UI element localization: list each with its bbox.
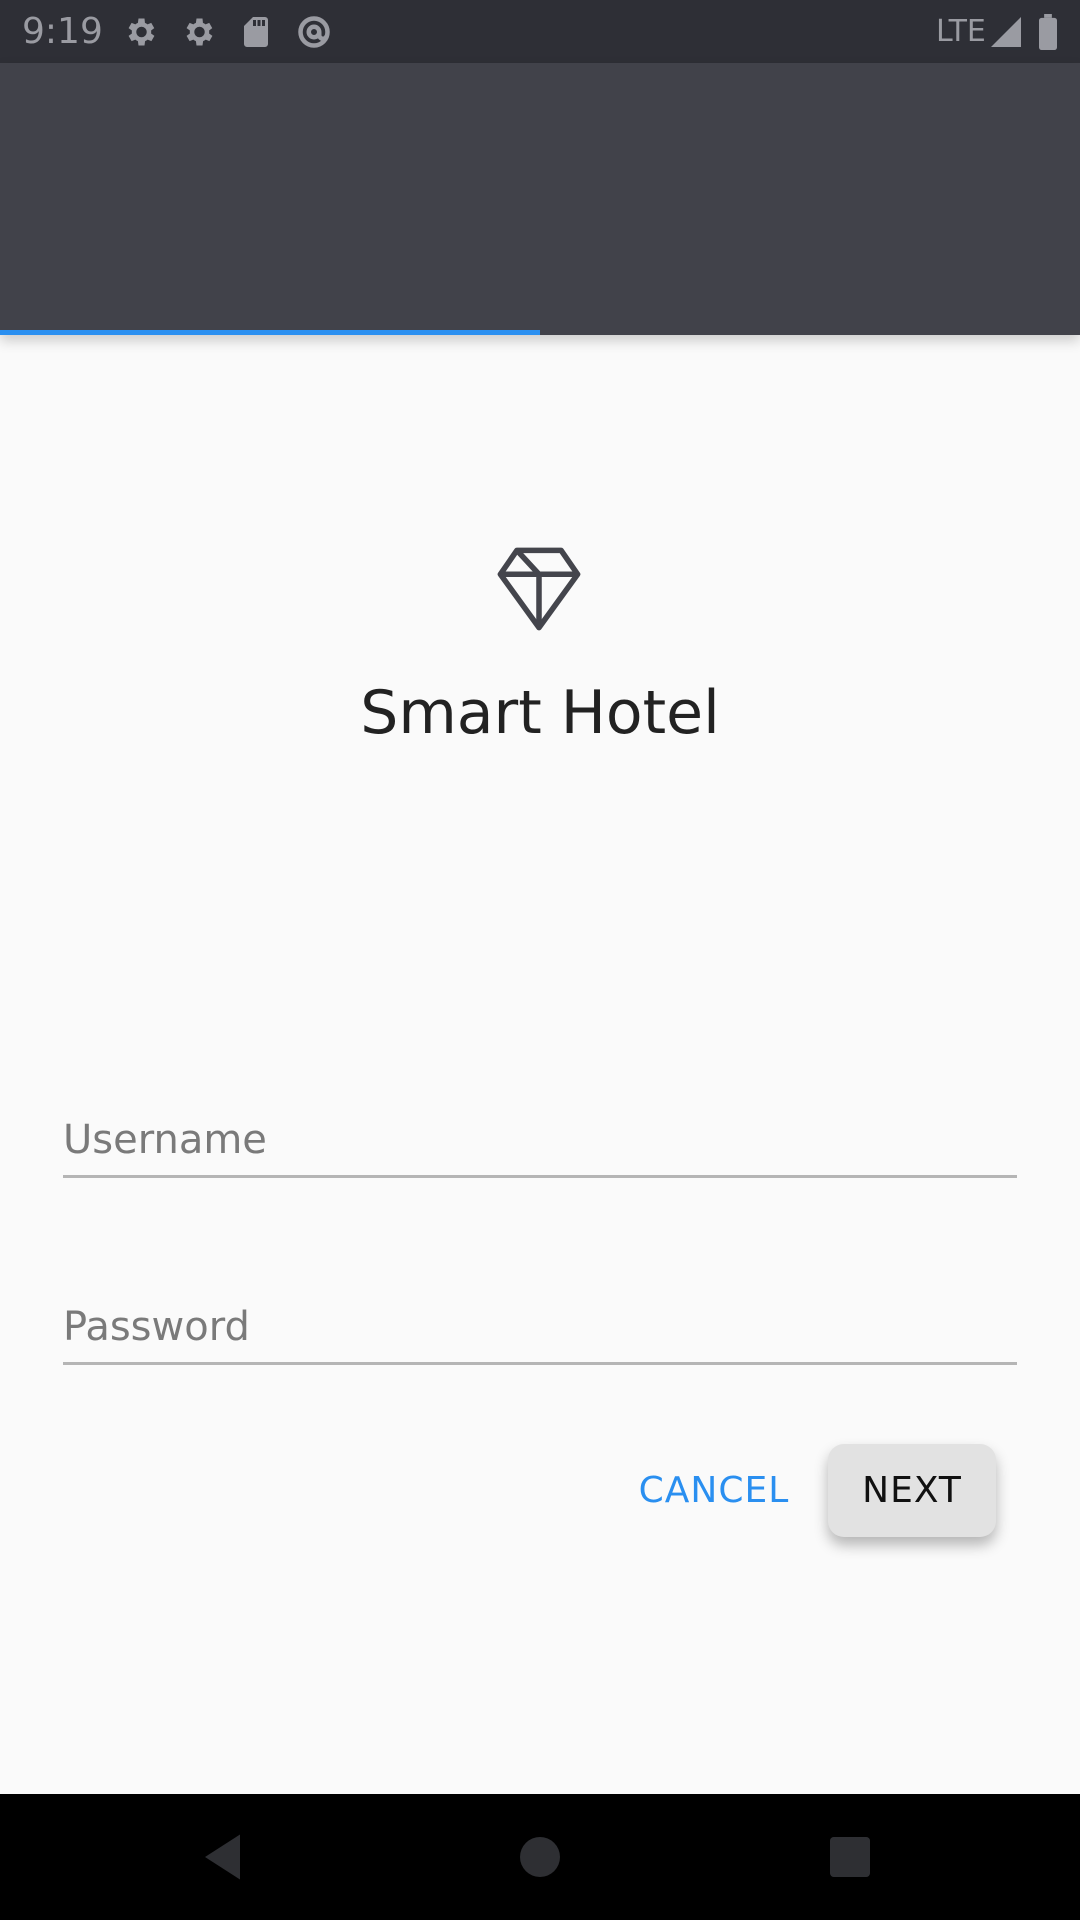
home-icon[interactable] [510, 1827, 570, 1887]
status-time: 9:19 [22, 11, 103, 52]
navigation-bar [0, 1794, 1080, 1920]
network-type: LTE [936, 14, 986, 49]
back-icon[interactable] [195, 1827, 255, 1887]
password-field[interactable] [63, 1292, 1017, 1365]
settings-icon [186, 18, 213, 46]
signal-icon [991, 17, 1021, 47]
settings-icon [128, 18, 155, 46]
progress-indicator [0, 330, 540, 335]
app-bar [0, 63, 1080, 335]
battery-icon [1039, 14, 1057, 50]
next-button[interactable]: NEXT [828, 1444, 996, 1537]
username-input[interactable] [63, 1105, 1017, 1175]
at-sign-icon [298, 16, 330, 48]
diamond-icon [497, 547, 581, 631]
recents-icon[interactable] [820, 1827, 880, 1887]
status-bar: 9:19 LTE [0, 0, 1080, 63]
username-field[interactable] [63, 1105, 1017, 1178]
password-input[interactable] [63, 1292, 1017, 1362]
sd-card-icon [244, 17, 268, 47]
cancel-button[interactable]: CANCEL [624, 1455, 804, 1527]
app-title: Smart Hotel [360, 678, 720, 748]
